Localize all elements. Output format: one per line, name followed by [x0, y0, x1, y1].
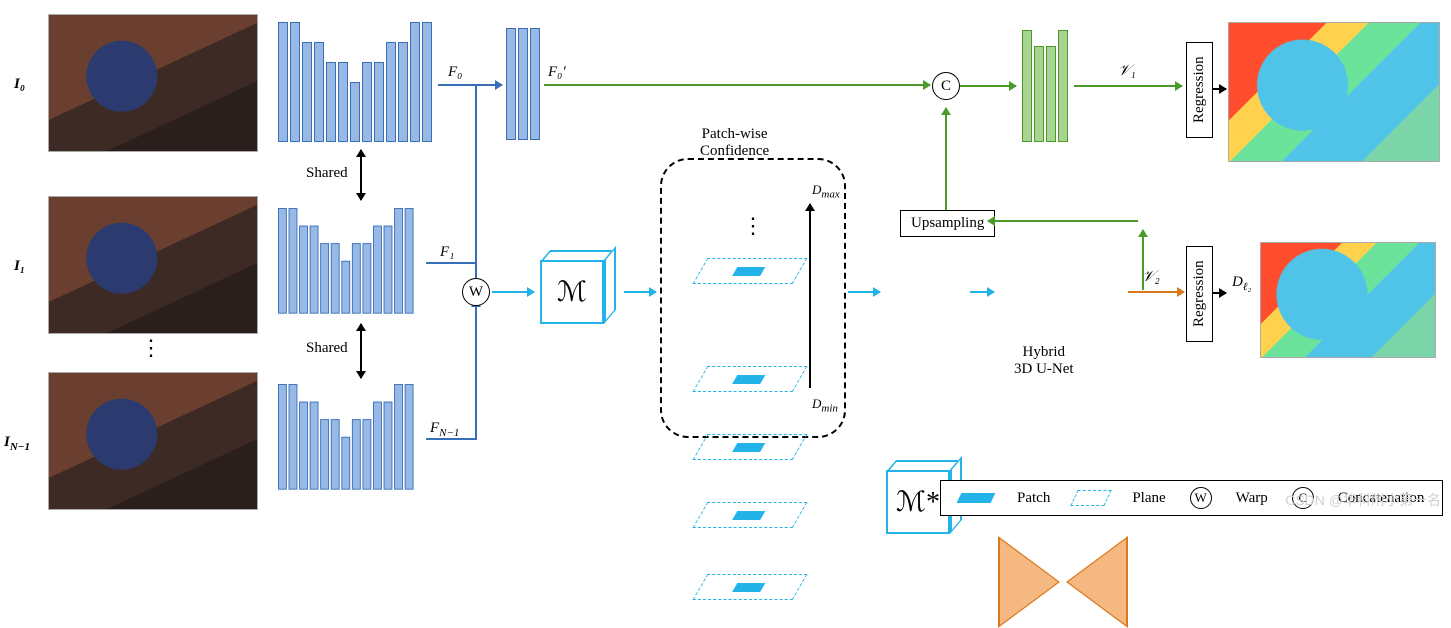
arrow-unet-out: [1128, 291, 1184, 293]
legend-warp-icon: W: [1190, 487, 1212, 509]
concat-op: C: [932, 72, 960, 100]
shared-arrow-2: [360, 324, 362, 378]
feature-F0p: [506, 28, 540, 140]
hybrid-unet: [998, 536, 1128, 628]
label-F0: F₀: [448, 64, 462, 81]
input-image-1: [48, 196, 258, 334]
encoder-N: [278, 384, 414, 490]
shared-label-1: Shared: [306, 165, 348, 182]
input-vdots: ⋮: [140, 344, 162, 352]
green-conv-block: [1022, 30, 1068, 142]
line-merge-down: [475, 295, 477, 440]
arrow-Mstar-to-unet: [970, 291, 994, 293]
patchwise-title: Patch-wise Confidence: [700, 126, 769, 160]
shared-arrow-1: [360, 150, 362, 200]
encoder-1: [278, 208, 414, 314]
arrow-f0p-to-C: [544, 84, 930, 86]
plane-vdots: ⋮: [742, 222, 764, 230]
depth-range-arrow: [809, 204, 811, 388]
legend-patch-label: Patch: [1017, 490, 1050, 507]
label-I0: I₀: [14, 76, 25, 93]
arrow-f0-to-f0p: [438, 84, 502, 86]
label-IN: IN−1: [4, 434, 30, 453]
legend-concat-icon: C: [1292, 487, 1314, 509]
legend-patch-icon: [957, 493, 996, 503]
label-FN: FN−1: [430, 420, 459, 439]
depth-output-1: [1228, 22, 1440, 162]
label-I1: I₁: [14, 258, 25, 275]
warp-op: W: [462, 278, 490, 306]
line-f1-h: [426, 262, 475, 264]
label-Dmax: Dmax: [812, 182, 840, 201]
label-V2: 𝒱₂: [1142, 268, 1160, 286]
legend-concat-label: Concatenation: [1338, 490, 1425, 507]
arrow-reg1-out: [1212, 88, 1226, 90]
label-F1: F₁: [440, 244, 454, 261]
arrow-patch-to-Mstar: [848, 291, 880, 293]
plane-4: [692, 502, 807, 528]
arrow-warp-to-M: [492, 291, 534, 293]
plane-2: [692, 366, 807, 392]
upsampling-block: Upsampling: [900, 210, 995, 237]
plane-bottom: [692, 574, 807, 600]
architecture-diagram: I₀ I₁ ⋮ IN−1 Shared Shared F₀ F₁ F: [0, 0, 1451, 538]
regression-1: Regression: [1186, 42, 1213, 138]
volume-M: ℳ: [540, 250, 620, 330]
legend-warp-label: Warp: [1236, 490, 1268, 507]
label-D2: Dℓ₂: [1232, 274, 1251, 293]
arrow-reg2-out: [1212, 292, 1226, 294]
shared-label-2: Shared: [306, 340, 348, 357]
legend-plane-label: Plane: [1132, 490, 1165, 507]
arrow-to-upsampling: [988, 220, 1138, 222]
label-Dmin: Dmin: [812, 396, 838, 415]
regression-2: Regression: [1186, 246, 1213, 342]
plane-3: [692, 434, 807, 460]
label-F0p: F₀′: [548, 64, 566, 81]
line-ups-up: [945, 108, 947, 210]
line-fn-h: [426, 438, 475, 440]
line-f0-down: [475, 85, 477, 283]
legend-plane-icon: [1071, 490, 1112, 506]
arrow-bars-to-reg1: [1074, 85, 1182, 87]
plane-top: [692, 258, 807, 284]
arrow-C-to-bars: [960, 85, 1016, 87]
depth-output-2: [1260, 242, 1436, 358]
arrow-M-to-patch: [624, 291, 656, 293]
unet-label: Hybrid 3D U-Net: [1014, 344, 1074, 378]
input-image-0: [48, 14, 258, 152]
encoder-0: [278, 22, 432, 142]
input-image-N: [48, 372, 258, 510]
legend: Patch Plane W Warp C Concatenation: [940, 480, 1443, 516]
label-V1: 𝒱₁: [1118, 62, 1136, 80]
